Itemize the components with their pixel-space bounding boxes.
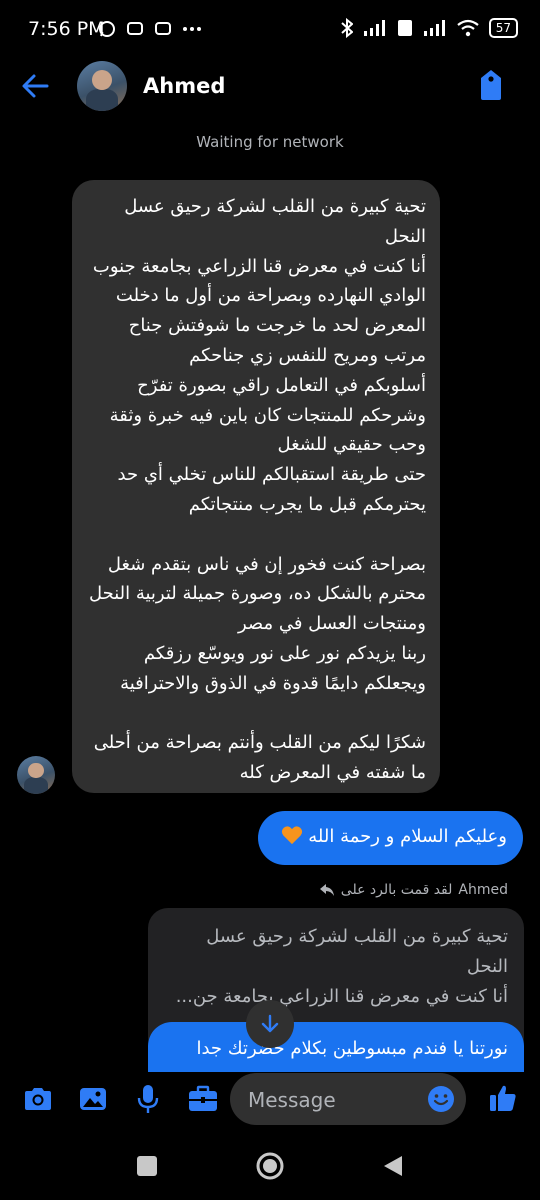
scroll-down-button[interactable] xyxy=(246,1000,294,1048)
emoji-button[interactable] xyxy=(424,1082,458,1116)
message-icon xyxy=(127,22,143,35)
recents-button[interactable] xyxy=(130,1149,164,1183)
message-text: تحية كبيرة من القلب لشركة رحيق عسل النحل… xyxy=(88,196,426,784)
status-time: 7:56 PM xyxy=(28,18,105,40)
briefcase-icon xyxy=(189,1085,217,1111)
back-arrow-icon xyxy=(22,74,49,98)
wifi-icon xyxy=(457,19,479,37)
status-notification-icons xyxy=(98,20,202,38)
camera-button[interactable] xyxy=(21,1082,55,1116)
bluetooth-icon xyxy=(341,18,353,38)
reply-text: نورتنا يا فندم مبسوطين بكلام حضرتك جدا xyxy=(196,1038,508,1059)
message-icon xyxy=(155,22,171,35)
reply-label-text: لقد قمت بالرد على xyxy=(340,882,453,898)
camera-icon xyxy=(25,1088,51,1110)
image-icon xyxy=(80,1088,106,1110)
network-status: Waiting for network xyxy=(196,133,344,151)
signal-icon xyxy=(423,20,445,36)
tag-icon xyxy=(481,70,501,100)
more-dots-icon xyxy=(183,27,201,31)
voice-button[interactable] xyxy=(131,1082,165,1116)
thumbs-up-icon xyxy=(490,1085,516,1111)
reply-label: Ahmed لقد قمت بالرد على xyxy=(319,882,508,898)
message-text-with-emoji: وعليكم السلام و رحمة الله xyxy=(272,825,507,847)
reply-message-bubble[interactable]: نورتنا يا فندم مبسوطين بكلام حضرتك جدا xyxy=(148,1022,524,1072)
emoji-icon xyxy=(428,1086,454,1112)
microphone-icon xyxy=(137,1085,159,1113)
contact-name[interactable]: Ahmed xyxy=(143,74,225,98)
circle-icon xyxy=(256,1152,284,1180)
message-input[interactable] xyxy=(246,1073,420,1127)
back-button[interactable] xyxy=(20,68,60,104)
signal-icon xyxy=(363,20,385,36)
business-tools-button[interactable] xyxy=(186,1082,220,1116)
tag-button[interactable] xyxy=(478,68,504,102)
battery-icon: 57 xyxy=(488,18,518,38)
gallery-button[interactable] xyxy=(76,1082,110,1116)
reply-label-name: Ahmed xyxy=(458,882,508,898)
status-bar: 7:56 PM 57 xyxy=(0,0,540,60)
home-button[interactable] xyxy=(253,1149,287,1183)
contact-avatar[interactable] xyxy=(77,61,127,111)
message-text: وعليكم السلام و رحمة الله xyxy=(308,826,507,847)
incoming-message-bubble[interactable]: تحية كبيرة من القلب لشركة رحيق عسل النحل… xyxy=(72,180,440,793)
like-button[interactable] xyxy=(486,1081,520,1115)
message-input-wrap[interactable] xyxy=(230,1073,466,1127)
orange-heart-icon xyxy=(281,826,302,845)
arrow-down-icon xyxy=(261,1014,279,1033)
triangle-back-icon xyxy=(384,1156,402,1176)
outgoing-message-bubble[interactable]: وعليكم السلام و رحمة الله xyxy=(258,811,523,865)
sender-avatar[interactable] xyxy=(17,756,55,794)
whatsapp-icon xyxy=(99,21,115,37)
square-icon xyxy=(137,1156,157,1176)
volte-icon xyxy=(397,20,412,36)
status-system-icons: 57 xyxy=(341,18,518,38)
system-nav-bar xyxy=(0,1132,540,1200)
quoted-text: تحية كبيرة من القلب لشركة رحيق عسل النحل… xyxy=(175,926,508,1007)
reply-arrow-icon xyxy=(319,884,334,896)
back-nav-button[interactable] xyxy=(376,1149,410,1183)
